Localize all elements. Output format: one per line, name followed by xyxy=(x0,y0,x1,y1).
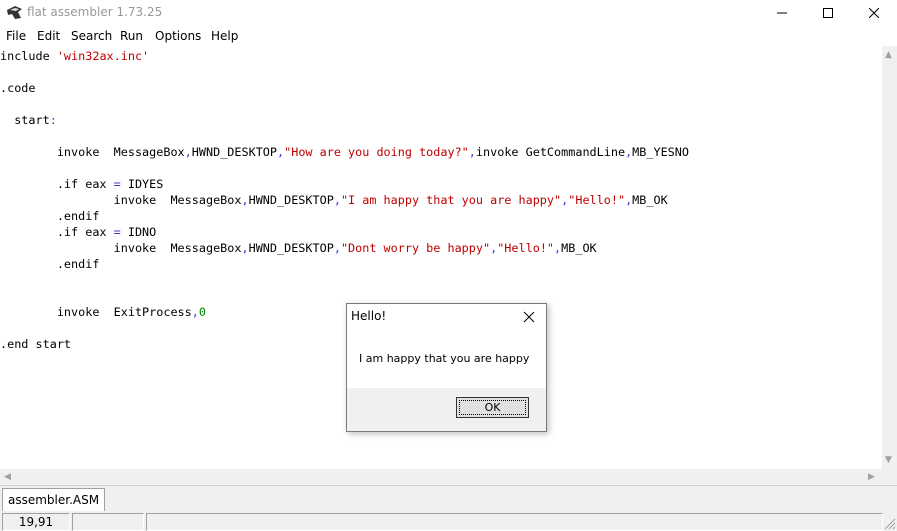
focus-rect xyxy=(459,400,526,415)
code-line[interactable]: .code xyxy=(0,80,36,96)
code-line[interactable]: .if eax = IDNO xyxy=(0,224,156,240)
code-line[interactable]: invoke MessageBox,HWND_DESKTOP,"Dont wor… xyxy=(0,240,597,256)
tab-assembler-asm[interactable]: assembler.ASM xyxy=(2,488,106,511)
code-line[interactable]: include 'win32ax.inc' xyxy=(0,48,149,64)
code-line[interactable]: .if eax = IDYES xyxy=(0,176,164,192)
dialog-title: Hello! xyxy=(351,309,387,323)
code-line[interactable]: invoke MessageBox,HWND_DESKTOP,"I am hap… xyxy=(0,192,668,208)
scroll-corner xyxy=(882,469,897,485)
dialog-message: I am happy that you are happy xyxy=(359,352,530,365)
dialog-footer: OK xyxy=(347,388,546,431)
title-bar: flat assembler 1.73.25 xyxy=(0,0,897,26)
maximize-icon xyxy=(823,8,833,18)
scroll-up-icon[interactable]: ▲ xyxy=(885,50,892,60)
close-button[interactable] xyxy=(851,0,897,26)
message-dialog: Hello! I am happy that you are happy OK xyxy=(346,303,547,432)
menu-file[interactable]: File xyxy=(6,29,26,43)
menu-edit[interactable]: Edit xyxy=(37,29,60,43)
cursor-position: 19,91 xyxy=(2,513,70,531)
vertical-scrollbar[interactable]: ▲ ▼ xyxy=(882,46,897,469)
maximize-button[interactable] xyxy=(805,0,851,26)
horizontal-scrollbar[interactable]: ◀ ▶ xyxy=(0,469,882,485)
close-icon xyxy=(869,8,879,18)
app-icon xyxy=(7,6,22,19)
status-bar: 19,91 xyxy=(0,511,897,531)
dialog-close-button[interactable] xyxy=(519,308,539,326)
menu-run[interactable]: Run xyxy=(120,29,143,43)
resize-grip-icon[interactable] xyxy=(884,518,896,530)
code-line[interactable]: start: xyxy=(0,112,57,128)
tab-bar: assembler.ASM xyxy=(0,485,897,512)
code-line[interactable]: invoke MessageBox,HWND_DESKTOP,"How are … xyxy=(0,144,689,160)
scroll-left-icon[interactable]: ◀ xyxy=(4,472,11,482)
code-line[interactable]: .endif xyxy=(0,208,100,224)
close-icon xyxy=(523,311,535,323)
code-line[interactable]: invoke ExitProcess,0 xyxy=(0,304,206,320)
menu-options[interactable]: Options xyxy=(155,29,201,43)
minimize-button[interactable] xyxy=(759,0,805,26)
status-cell-modified xyxy=(72,513,144,531)
scroll-right-icon[interactable]: ▶ xyxy=(868,472,875,482)
status-cell-message xyxy=(146,513,883,531)
minimize-icon xyxy=(777,12,787,14)
code-line[interactable]: .end start xyxy=(0,336,71,352)
menu-bar: File Edit Search Run Options Help xyxy=(0,26,897,46)
scroll-down-icon[interactable]: ▼ xyxy=(885,455,892,465)
menu-help[interactable]: Help xyxy=(211,29,238,43)
menu-search[interactable]: Search xyxy=(71,29,112,43)
ok-button[interactable]: OK xyxy=(456,397,529,418)
window-title: flat assembler 1.73.25 xyxy=(27,5,163,19)
code-line[interactable]: .endif xyxy=(0,256,100,272)
